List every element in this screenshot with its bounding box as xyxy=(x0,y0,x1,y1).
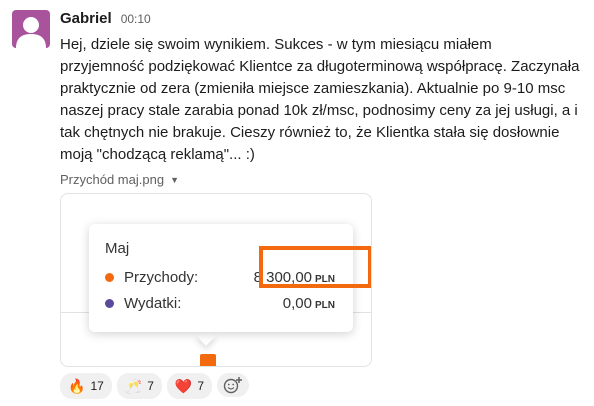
expenses-label: Wydatki: xyxy=(124,294,182,312)
attachment-filename: Przychód maj.png xyxy=(60,172,165,187)
reaction-count: 7 xyxy=(197,379,205,393)
expenses-amount: 0,00 PLN xyxy=(282,294,335,312)
tooltip-row-expenses: Wydatki: 0,00 PLN xyxy=(105,292,335,314)
add-emoji-icon xyxy=(223,377,243,394)
tooltip-month: Maj xyxy=(105,240,130,257)
revenue-label: Przychody: xyxy=(124,268,199,286)
message-timestamp[interactable]: 00:10 xyxy=(121,12,151,26)
reaction-count: 17 xyxy=(90,379,104,393)
chart-tooltip: Maj Przychody: 8 300,00 PLN Wydatki: 0,00… xyxy=(89,224,371,332)
image-attachment-preview[interactable]: Maj Przychody: 8 300,00 PLN Wydatki: 0,00… xyxy=(60,193,372,367)
reaction-heart[interactable]: ❤️ 7 xyxy=(166,373,213,399)
reaction-fire[interactable]: 🔥 17 xyxy=(60,373,112,399)
reaction-clinking-glasses[interactable]: 🥂 7 xyxy=(116,373,162,399)
caret-down-icon: ▼ xyxy=(170,174,179,185)
clinking-glasses-icon: 🥂 xyxy=(124,378,143,394)
avatar[interactable] xyxy=(12,10,50,48)
reaction-count: 7 xyxy=(147,379,154,393)
fire-icon: 🔥 xyxy=(68,378,86,394)
author-name[interactable]: Gabriel xyxy=(60,10,112,27)
highlight-box xyxy=(259,246,371,288)
revenue-legend-dot xyxy=(105,272,114,282)
heart-icon: ❤️ xyxy=(174,378,193,394)
message-text: Hej, dziele się swoim wynikiem. Sukces -… xyxy=(60,36,580,163)
revenue-bar xyxy=(200,354,216,366)
add-reaction-button[interactable] xyxy=(217,373,250,397)
reactions-bar: 🔥 17 🥂 7 ❤️ 7 xyxy=(60,373,250,399)
attachment-filename-toggle[interactable]: Przychód maj.png ▼ xyxy=(60,172,179,187)
user-silhouette-icon xyxy=(16,17,46,48)
message-header: Gabriel 00:10 xyxy=(60,10,151,30)
expenses-legend-dot xyxy=(105,298,114,308)
